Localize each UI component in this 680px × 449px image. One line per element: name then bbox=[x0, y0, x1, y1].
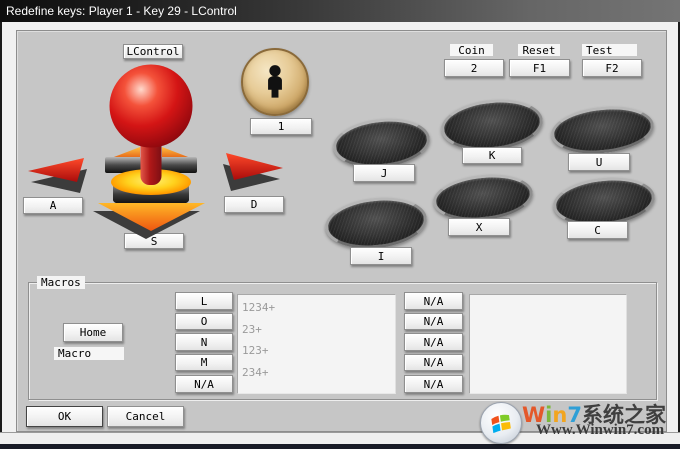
macro-key-button-2[interactable]: O bbox=[175, 313, 233, 330]
macro-key-button-3[interactable]: N bbox=[175, 333, 233, 351]
key-button-left[interactable]: A bbox=[23, 197, 83, 214]
person-icon bbox=[268, 65, 282, 98]
macro-key-button-4[interactable]: M bbox=[175, 354, 233, 371]
home-button[interactable]: Home bbox=[63, 323, 123, 342]
coin-label: Coin bbox=[450, 44, 493, 57]
key-button-action-1[interactable]: J bbox=[353, 164, 415, 182]
key-button-action-5[interactable]: X bbox=[448, 218, 510, 236]
macro-key-button-1[interactable]: L bbox=[175, 292, 233, 310]
watermark: Win7系统之家 Www.Winwin7.com bbox=[478, 399, 678, 447]
key-label-down: S bbox=[150, 234, 158, 248]
macro-na-button-2[interactable]: N/A bbox=[404, 313, 463, 330]
reset-label: Reset bbox=[518, 44, 560, 57]
macro-key-button-5[interactable]: N/A bbox=[175, 375, 233, 393]
watermark-url: Www.Winwin7.com bbox=[536, 422, 665, 438]
key-button-coin[interactable]: 2 bbox=[444, 59, 504, 77]
macros-group-label: Macros bbox=[37, 276, 85, 289]
macro-na-button-3[interactable]: N/A bbox=[404, 333, 463, 351]
macro-values-textarea[interactable]: 1234+ 23+ 123+ 234+ bbox=[237, 294, 396, 394]
test-label: Test bbox=[582, 44, 637, 57]
key-button-action-2[interactable]: K bbox=[462, 147, 522, 164]
key-label-up: LControl bbox=[126, 45, 180, 58]
key-button-reset[interactable]: F1 bbox=[509, 59, 570, 77]
player1-label: 1 bbox=[277, 120, 285, 133]
macro-value-1: 1234+ bbox=[242, 301, 276, 314]
key-button-player1[interactable]: 1 bbox=[250, 118, 312, 135]
macro-na-button-5[interactable]: N/A bbox=[404, 375, 463, 393]
macro-value-3: 123+ bbox=[242, 344, 269, 357]
cancel-button[interactable]: Cancel bbox=[107, 406, 184, 427]
macro-value-2: 23+ bbox=[242, 322, 262, 336]
key-label-right: D bbox=[250, 198, 258, 211]
macro-na-button-1[interactable]: N/A bbox=[404, 292, 463, 310]
key-button-down[interactable]: S bbox=[124, 233, 184, 249]
redefine-keys-dialog: Redefine keys: Player 1 - Key 29 - LCont… bbox=[0, 0, 680, 449]
key-button-up[interactable]: LControl bbox=[123, 44, 183, 59]
ok-button[interactable]: OK bbox=[26, 406, 103, 427]
key-button-action-3[interactable]: U bbox=[568, 153, 630, 171]
player-coin bbox=[241, 48, 309, 116]
key-label-left: A bbox=[49, 199, 57, 212]
macro-value-4: 234+ bbox=[242, 365, 269, 379]
window-title: Redefine keys: Player 1 - Key 29 - LCont… bbox=[6, 4, 237, 18]
title-bar[interactable]: Redefine keys: Player 1 - Key 29 - LCont… bbox=[0, 0, 680, 22]
key-button-action-4[interactable]: I bbox=[350, 247, 412, 265]
key-button-right[interactable]: D bbox=[224, 196, 284, 213]
macro-na-button-4[interactable]: N/A bbox=[404, 354, 463, 371]
key-button-action-6[interactable]: C bbox=[567, 221, 628, 239]
key-button-test[interactable]: F2 bbox=[582, 59, 642, 77]
macro-label: Macro bbox=[54, 347, 124, 360]
windows-logo-icon bbox=[480, 402, 522, 444]
macro-values-textarea-2[interactable] bbox=[469, 294, 627, 394]
